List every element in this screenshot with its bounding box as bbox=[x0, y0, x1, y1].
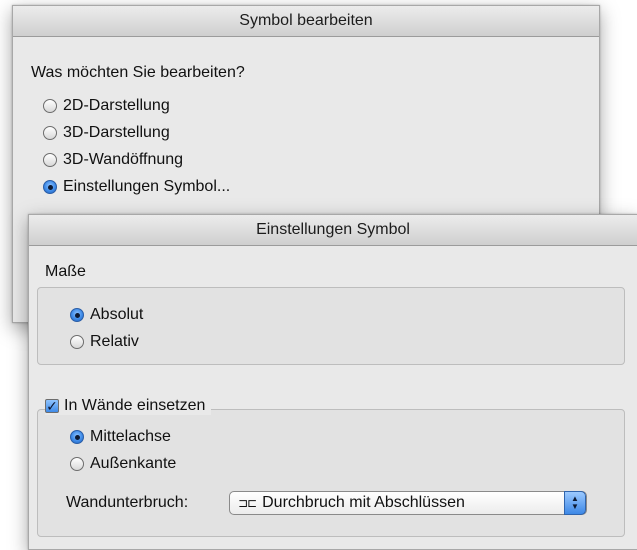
radio-icon[interactable] bbox=[70, 457, 84, 471]
option-aussenkante[interactable]: Außenkante bbox=[70, 455, 176, 473]
checkbox-checked-icon[interactable]: ✓ bbox=[45, 399, 59, 413]
einstellungen-symbol-dialog: Einstellungen Symbol Maße Absolut Relati… bbox=[28, 214, 637, 550]
radio-selected-icon[interactable] bbox=[43, 180, 57, 194]
option-label: 3D-Darstellung bbox=[63, 124, 170, 141]
option-label: 3D-Wandöffnung bbox=[63, 151, 184, 168]
option-label: Relativ bbox=[90, 333, 139, 350]
radio-selected-icon[interactable] bbox=[70, 308, 84, 322]
dialog-title: Einstellungen Symbol bbox=[29, 215, 637, 246]
option-label: 2D-Darstellung bbox=[63, 97, 170, 114]
option-absolut[interactable]: Absolut bbox=[70, 306, 143, 324]
option-3d-darstellung[interactable]: 3D-Darstellung bbox=[43, 124, 170, 142]
masse-group: Absolut Relativ bbox=[37, 287, 625, 365]
popup-arrows-icon[interactable]: ▲ ▼ bbox=[564, 491, 586, 515]
waende-group: Mittelachse Außenkante Wandunterbruch: ⊐… bbox=[37, 409, 625, 537]
option-relativ[interactable]: Relativ bbox=[70, 333, 139, 351]
option-label: Einstellungen Symbol... bbox=[63, 178, 231, 195]
question-label: Was möchten Sie bearbeiten? bbox=[31, 64, 245, 81]
option-label: Absolut bbox=[90, 306, 144, 323]
checkbox-label: In Wände einsetzen bbox=[64, 397, 206, 414]
radio-icon[interactable] bbox=[43, 126, 57, 140]
radio-icon[interactable] bbox=[43, 153, 57, 167]
option-einstellungen-symbol[interactable]: Einstellungen Symbol... bbox=[43, 178, 230, 196]
option-2d-darstellung[interactable]: 2D-Darstellung bbox=[43, 97, 170, 115]
option-label: Mittelachse bbox=[90, 428, 171, 445]
option-mittelachse[interactable]: Mittelachse bbox=[70, 428, 171, 446]
option-label: Außenkante bbox=[90, 455, 177, 472]
popup-value: Durchbruch mit Abschlüssen bbox=[262, 494, 465, 511]
masse-section-label: Maße bbox=[45, 263, 86, 280]
wandunterbruch-popup[interactable]: ⊐⊏ Durchbruch mit Abschlüssen ▲ ▼ bbox=[229, 491, 587, 515]
option-3d-wandoeffnung[interactable]: 3D-Wandöffnung bbox=[43, 151, 183, 169]
radio-icon[interactable] bbox=[70, 335, 84, 349]
radio-selected-icon[interactable] bbox=[70, 430, 84, 444]
wandunterbruch-label: Wandunterbruch: bbox=[66, 494, 189, 511]
dialog-title: Symbol bearbeiten bbox=[13, 6, 599, 37]
in-waende-einsetzen-checkbox-row[interactable]: ✓ In Wände einsetzen bbox=[45, 397, 212, 415]
radio-icon[interactable] bbox=[43, 99, 57, 113]
wall-break-icon: ⊐⊏ bbox=[238, 496, 257, 510]
